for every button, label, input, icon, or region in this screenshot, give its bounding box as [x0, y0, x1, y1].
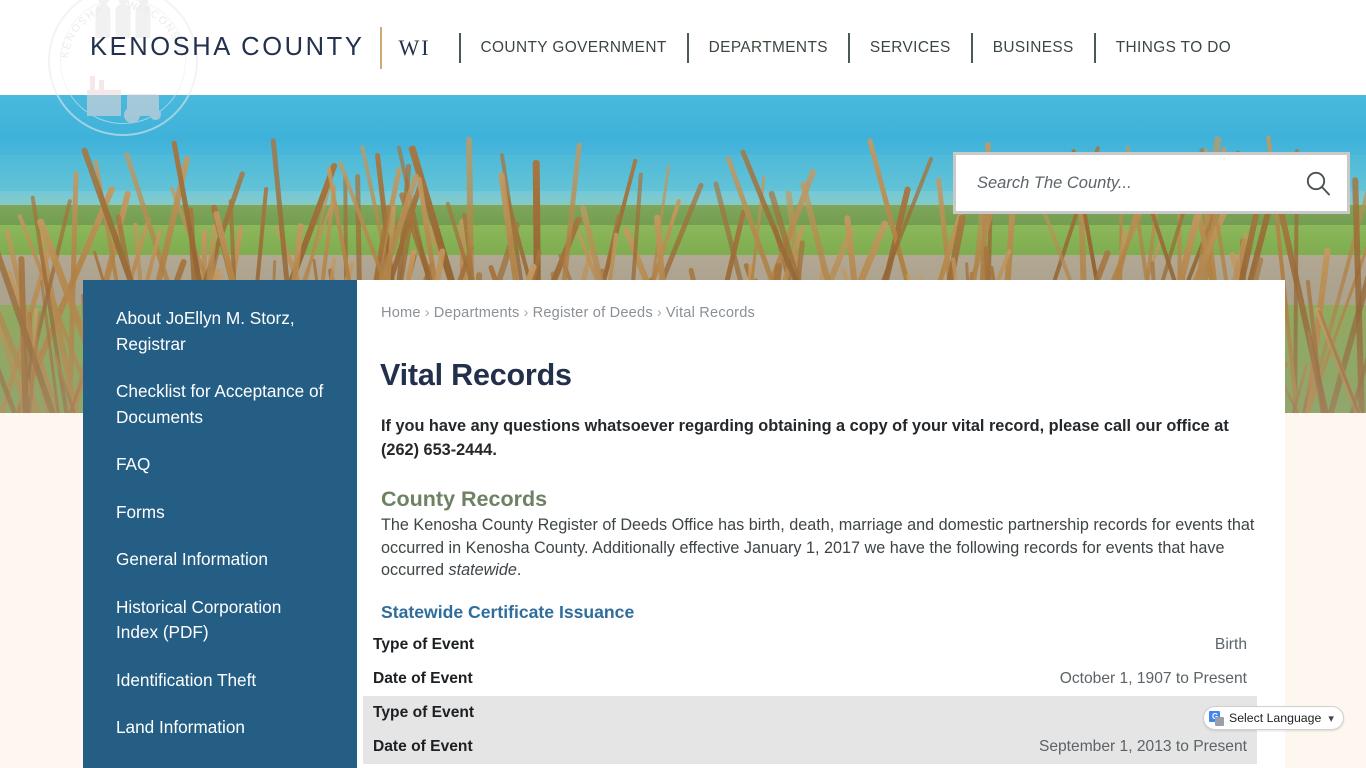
lede-paragraph: If you have any questions whatsoever reg… — [381, 417, 1229, 459]
brand-divider — [380, 26, 383, 69]
brand-state: WI — [398, 34, 431, 60]
table-cell-value: September 1, 2013 to Present — [1038, 738, 1247, 755]
breadcrumb-separator: › — [656, 305, 662, 321]
breadcrumb-current: Vital Records — [665, 305, 756, 321]
sidebar-item-faq[interactable]: FAQ — [83, 452, 357, 478]
sidebar-item-land-information[interactable]: Land Information — [83, 715, 357, 741]
nav-item-county-government[interactable]: COUNTY GOVERNMENT — [461, 39, 687, 57]
brand-name: KENOSHA COUNTY — [90, 33, 365, 61]
county-records-heading: County Records — [381, 487, 548, 511]
sidebar-item-checklist[interactable]: Checklist for Acceptance of Documents — [83, 379, 357, 430]
sidebar-item-general-information[interactable]: General Information — [83, 547, 357, 573]
sidebar-item-historical-corporation-index[interactable]: Historical Corporation Index (PDF) — [83, 595, 357, 646]
table-cell-key: Type of Event — [373, 636, 475, 653]
nav-item-business[interactable]: BUSINESS — [973, 39, 1094, 57]
primary-navigation: COUNTY GOVERNMENT DEPARTMENTS SERVICES B… — [458, 28, 1252, 68]
county-records-paragraph: The Kenosha County Register of Deeds Off… — [381, 514, 1267, 582]
breadcrumb: Home › Departments › Register of Deeds › Vital… — [381, 305, 755, 321]
nav-item-things-to-do[interactable]: THINGS TO DO — [1096, 39, 1251, 57]
table-row: Type of Event Birth — [363, 628, 1257, 662]
chevron-down-icon: ▾ — [1328, 712, 1334, 725]
statewide-records-table: Type of Event Birth Date of Event Octobe… — [363, 628, 1257, 764]
sidebar-item-forms[interactable]: Forms — [83, 500, 357, 526]
site-header: KENOSHA WISCONSIN KENOSHA COUNTY WI COUN… — [0, 0, 1366, 136]
breadcrumb-separator: › — [523, 305, 529, 321]
google-translate-icon: G — [1209, 710, 1224, 726]
section-sidebar: About JoEllyn M. Storz, Registrar Checkl… — [83, 280, 357, 768]
table-cell-value — [810, 696, 1257, 730]
language-selector-label: Select Language — [1229, 711, 1322, 725]
paragraph-text-end: . — [516, 561, 522, 580]
statewide-certificate-issuance-heading: Statewide Certificate Issuance — [381, 602, 635, 622]
site-logo[interactable]: KENOSHA COUNTY WI — [90, 26, 431, 69]
table-cell-key: Type of Event — [373, 704, 475, 721]
sidebar-item-about-registrar[interactable]: About JoEllyn M. Storz, Registrar — [83, 306, 357, 357]
table-row: Date of Event October 1, 1907 to Present — [363, 662, 1257, 696]
breadcrumb-home[interactable]: Home — [381, 305, 421, 321]
table-cell-key: Date of Event — [373, 738, 473, 755]
nav-item-services[interactable]: SERVICES — [850, 39, 971, 57]
page-title: Vital Records — [380, 358, 572, 392]
search-button[interactable] — [1289, 155, 1347, 211]
table-row: Type of Event — [363, 696, 1257, 730]
breadcrumb-separator: › — [424, 305, 430, 321]
table-cell-value: Birth — [1214, 636, 1247, 653]
table-cell-key: Date of Event — [373, 670, 473, 687]
sidebar-item-identification-theft[interactable]: Identification Theft — [83, 668, 357, 694]
search-icon — [1306, 171, 1330, 196]
paragraph-italic-statewide: statewide — [448, 561, 517, 580]
breadcrumb-departments[interactable]: Departments — [434, 305, 520, 321]
table-row: Date of Event September 1, 2013 to Prese… — [363, 730, 1257, 764]
nav-item-departments[interactable]: DEPARTMENTS — [689, 39, 848, 57]
search-bar[interactable] — [953, 152, 1350, 214]
content-card: Home › Departments › Register of Deeds › Vital… — [357, 280, 1285, 768]
table-cell-value: October 1, 1907 to Present — [1059, 670, 1247, 687]
search-input[interactable] — [956, 173, 1289, 193]
language-selector[interactable]: G Select Language ▾ — [1203, 706, 1344, 730]
breadcrumb-register-of-deeds[interactable]: Register of Deeds — [533, 305, 653, 321]
